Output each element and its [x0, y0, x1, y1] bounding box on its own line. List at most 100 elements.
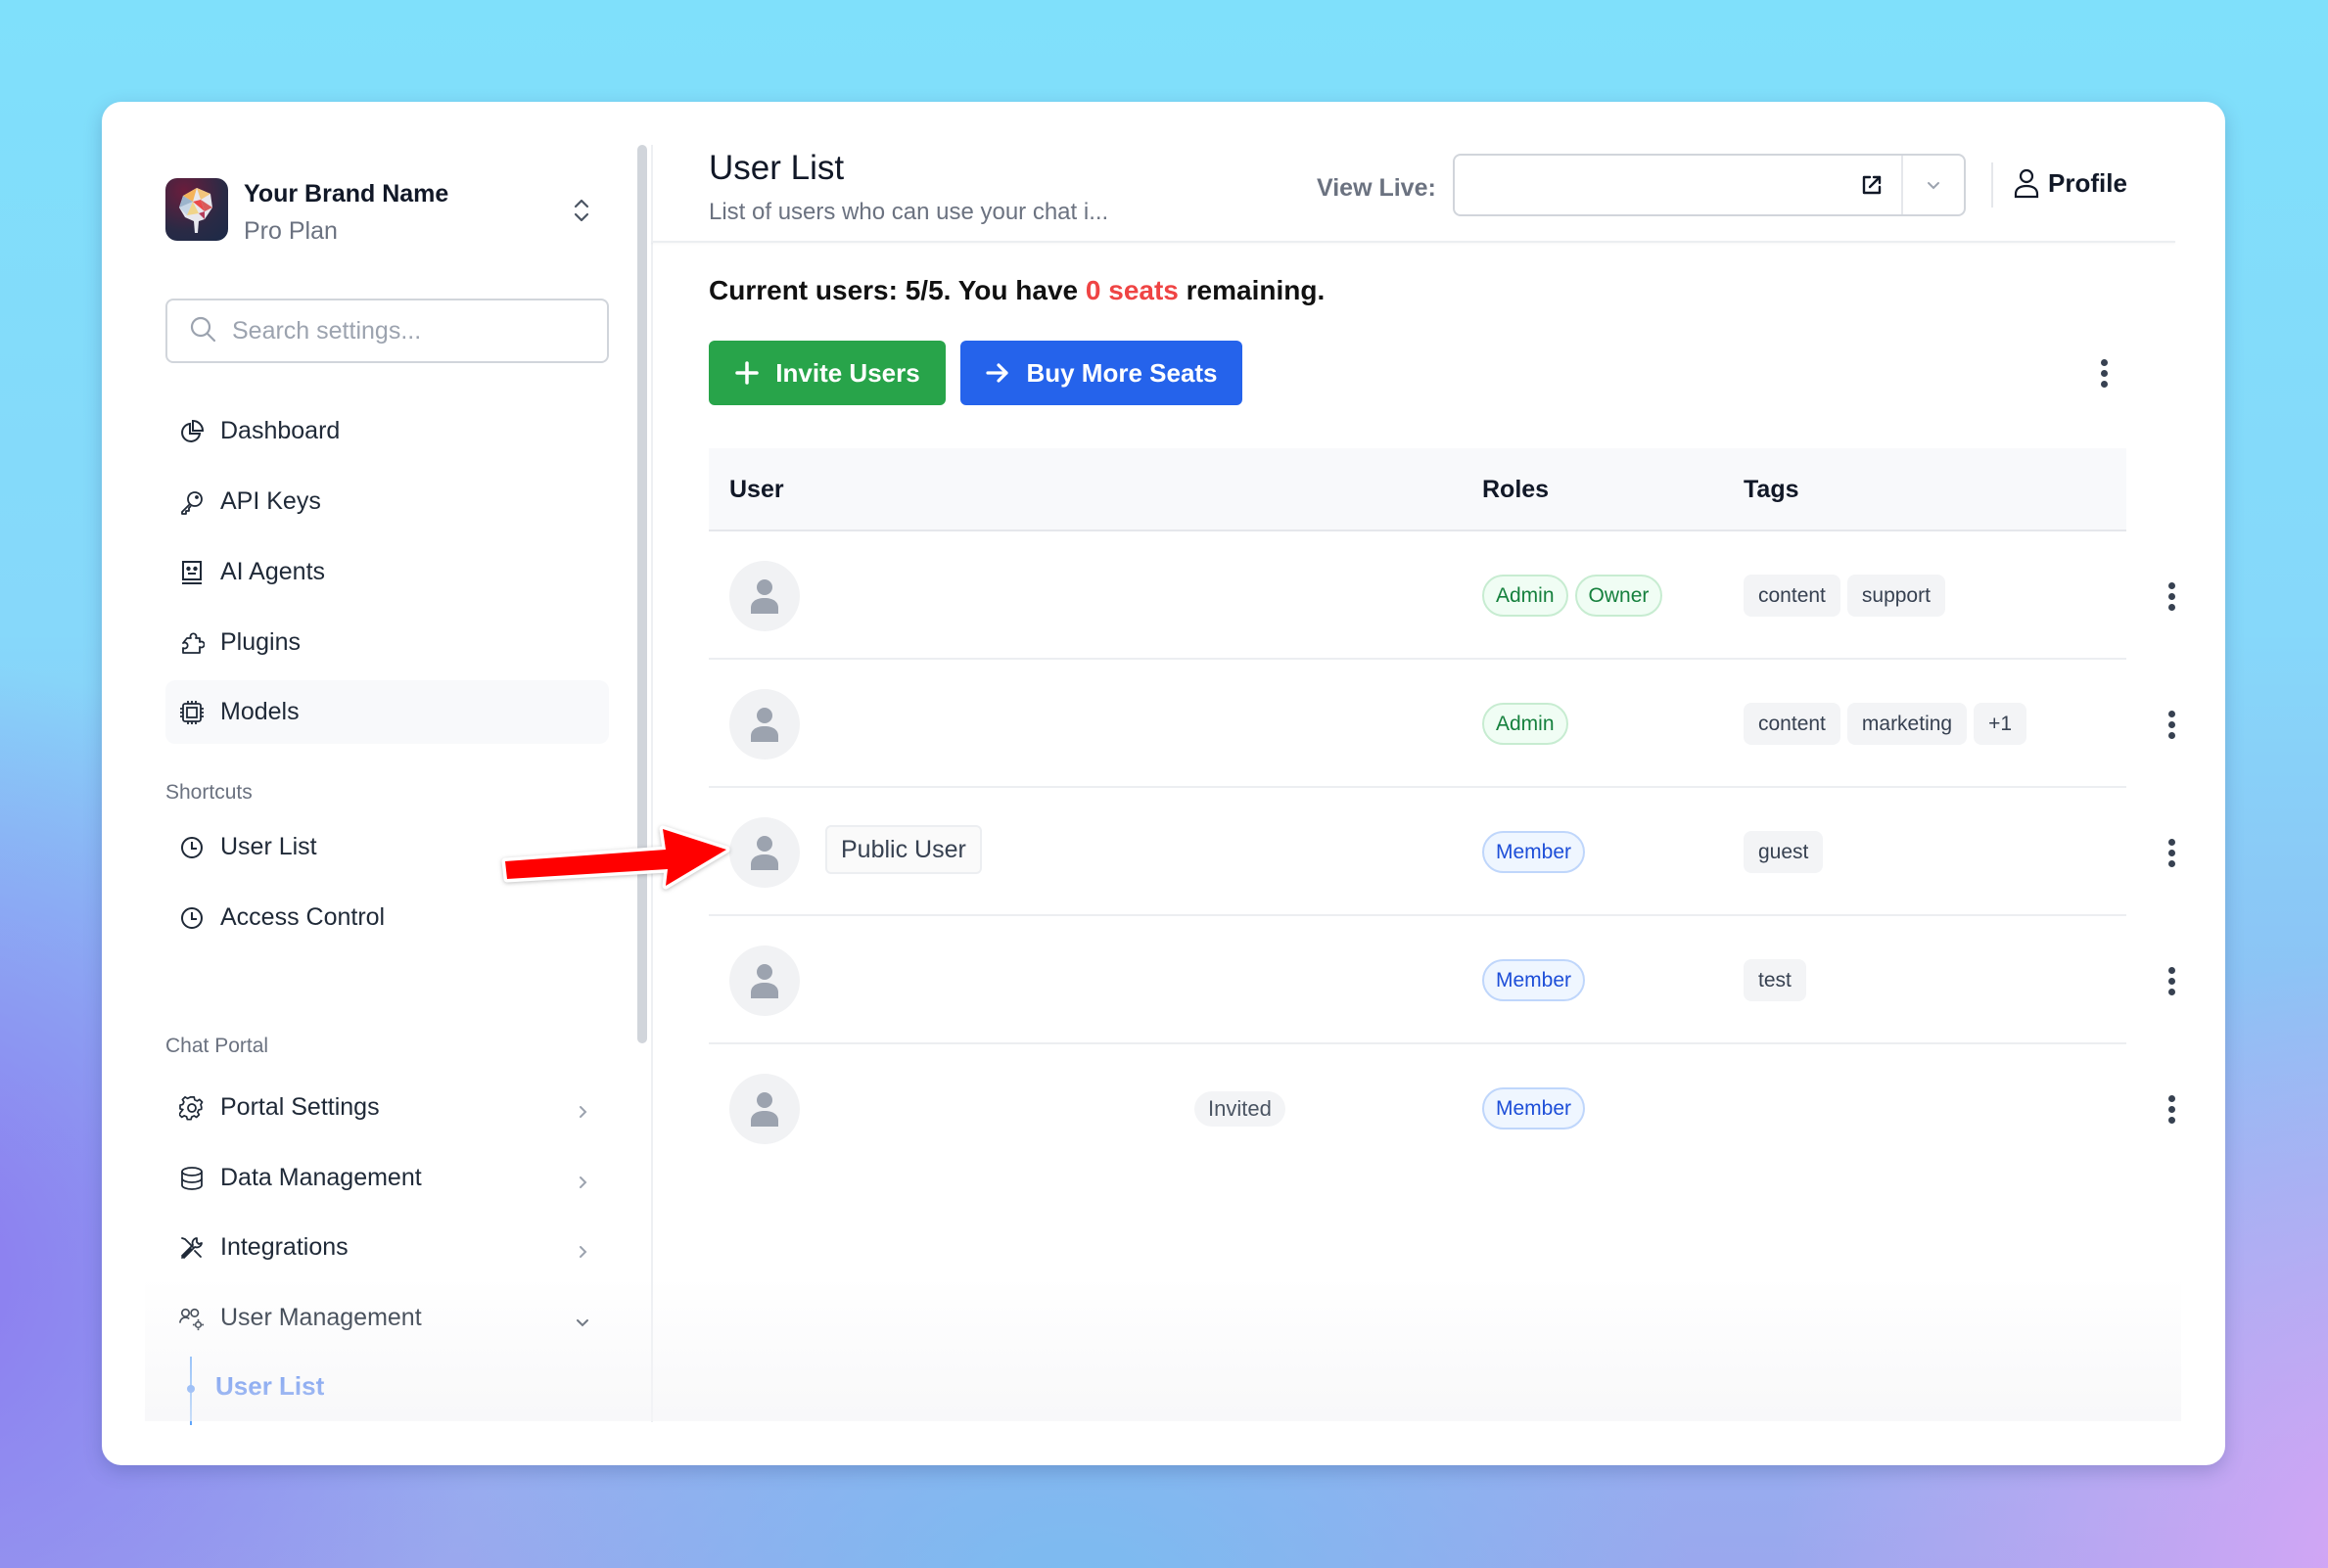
avatar	[729, 945, 800, 1016]
users-gear-icon	[179, 1306, 205, 1331]
invite-users-label: Invite Users	[775, 357, 920, 388]
gear-icon	[179, 1095, 205, 1121]
user-silhouette-icon	[751, 836, 778, 870]
sidebar-item-label: Dashboard	[220, 417, 341, 444]
table-row[interactable]: Public User Member guest	[709, 788, 2175, 916]
more-options-button[interactable]	[2089, 353, 2118, 392]
tag-badge: support	[1846, 575, 1945, 617]
shortcut-user-list[interactable]: User List	[165, 815, 609, 879]
brand-plan: Pro Plan	[244, 217, 338, 245]
clock-icon	[179, 835, 205, 860]
user-name: Public User	[825, 825, 982, 874]
sidebar-item-label: Models	[220, 698, 300, 725]
header-separator	[1991, 162, 1993, 208]
sidebar-item-api-keys[interactable]: API Keys	[165, 470, 609, 533]
sidebar-item-data-management[interactable]: Data Management	[165, 1146, 609, 1210]
buy-more-seats-button[interactable]: Buy More Seats	[960, 341, 1242, 405]
tag-badge: content	[1744, 703, 1840, 745]
arrow-right-icon	[985, 360, 1010, 386]
role-badge: Member	[1482, 831, 1586, 873]
sidebar-item-label: Integrations	[220, 1233, 349, 1261]
sidebar-item-dashboard[interactable]: Dashboard	[165, 399, 609, 463]
user-silhouette-icon	[751, 708, 778, 742]
sidebar-item-integrations[interactable]: Integrations	[165, 1216, 609, 1279]
row-actions-button[interactable]	[2157, 833, 2186, 872]
roles-cell: Admin Owner	[1482, 575, 1663, 617]
tag-badge: test	[1744, 959, 1806, 1001]
seats-prefix: Current users: 5/5. You have	[709, 275, 1086, 305]
section-label-chat-portal: Chat Portal	[165, 1035, 269, 1057]
avatar	[729, 1074, 800, 1144]
brand-name: Your Brand Name	[244, 180, 449, 208]
key-icon	[179, 489, 205, 515]
sidebar-item-label: User List	[220, 833, 317, 860]
profile-button[interactable]: Profile	[2013, 167, 2127, 199]
invite-users-button[interactable]: Invite Users	[709, 341, 946, 405]
role-badge: Member	[1482, 1087, 1586, 1130]
clock-icon	[179, 905, 205, 931]
section-label-shortcuts: Shortcuts	[165, 781, 253, 804]
shortcut-access-control[interactable]: Access Control	[165, 886, 609, 949]
row-actions-button[interactable]	[2157, 1089, 2186, 1129]
chevron-down-icon	[574, 1310, 591, 1327]
sidebar-item-user-management[interactable]: User Management	[165, 1286, 609, 1350]
sidebar-item-label: Plugins	[220, 628, 301, 656]
sidebar-item-label: API Keys	[220, 487, 321, 515]
status-badge: Invited	[1194, 1091, 1285, 1127]
more-tags-badge[interactable]: +1	[1974, 703, 2027, 745]
user-silhouette-icon	[751, 1092, 778, 1127]
tags-cell: test	[1744, 959, 1806, 1001]
settings-search[interactable]	[165, 299, 609, 363]
chevron-up-down-icon[interactable]	[570, 196, 593, 225]
table-body: Admin Owner content support Admin content mark…	[709, 531, 2175, 1173]
chevron-down-icon[interactable]	[1903, 156, 1964, 214]
table-row[interactable]: Invited Member	[709, 1044, 2175, 1173]
sidebar-item-plugins[interactable]: Plugins	[165, 611, 609, 674]
row-actions-button[interactable]	[2157, 961, 2186, 1000]
table-header: User Roles Tags	[709, 448, 2126, 531]
row-actions-button[interactable]	[2157, 705, 2186, 744]
view-live-select[interactable]	[1453, 154, 1966, 216]
avatar	[729, 817, 800, 888]
search-input[interactable]	[232, 316, 584, 346]
page-subtitle: List of users who can use your chat i...	[709, 199, 1109, 225]
table-row[interactable]: Admin Owner content support	[709, 531, 2175, 660]
sidebar-scrollbar[interactable]	[637, 145, 647, 1043]
tags-cell: content support	[1744, 575, 1945, 617]
header-divider	[651, 241, 2175, 243]
seats-remaining-highlight: 0 seats	[1085, 275, 1179, 305]
tags-cell: content marketing +1	[1744, 703, 2027, 745]
user-silhouette-icon	[751, 964, 778, 998]
search-icon	[189, 315, 216, 347]
page-title: User List	[709, 149, 845, 187]
sidebar-subitem-user-list[interactable]: User List	[215, 1371, 324, 1402]
plus-icon	[734, 360, 760, 386]
roles-cell: Member	[1482, 831, 1586, 873]
table-row[interactable]: Admin content marketing +1	[709, 660, 2175, 788]
sidebar-item-ai-agents[interactable]: AI Agents	[165, 540, 609, 604]
roles-cell: Admin	[1482, 703, 1568, 745]
row-actions-button[interactable]	[2157, 576, 2186, 616]
sidebar-divider	[651, 145, 653, 1422]
user-icon	[2013, 167, 2040, 199]
role-badge: Member	[1482, 959, 1586, 1001]
chevron-right-icon	[574, 1239, 591, 1258]
external-link-icon[interactable]	[1842, 156, 1901, 214]
view-live-label: View Live:	[1317, 174, 1436, 202]
sidebar-item-label: Data Management	[220, 1164, 422, 1191]
chevron-right-icon	[574, 1170, 591, 1188]
sidebar-item-portal-settings[interactable]: Portal Settings	[165, 1076, 609, 1139]
robot-face-icon	[179, 560, 205, 585]
seats-suffix: remaining.	[1178, 275, 1326, 305]
avatar	[729, 561, 800, 631]
view-live-input[interactable]	[1455, 156, 1842, 214]
tag-badge: marketing	[1846, 703, 1968, 745]
table-row[interactable]: Member test	[709, 916, 2175, 1044]
brand-logo	[165, 178, 228, 241]
cpu-chip-icon	[179, 700, 205, 725]
role-badge: Admin	[1482, 703, 1568, 745]
sidebar-item-models[interactable]: Models	[165, 680, 609, 744]
sidebar-item-label: User Management	[220, 1304, 422, 1331]
tags-cell: guest	[1744, 831, 1824, 873]
roles-cell: Member	[1482, 1087, 1586, 1130]
